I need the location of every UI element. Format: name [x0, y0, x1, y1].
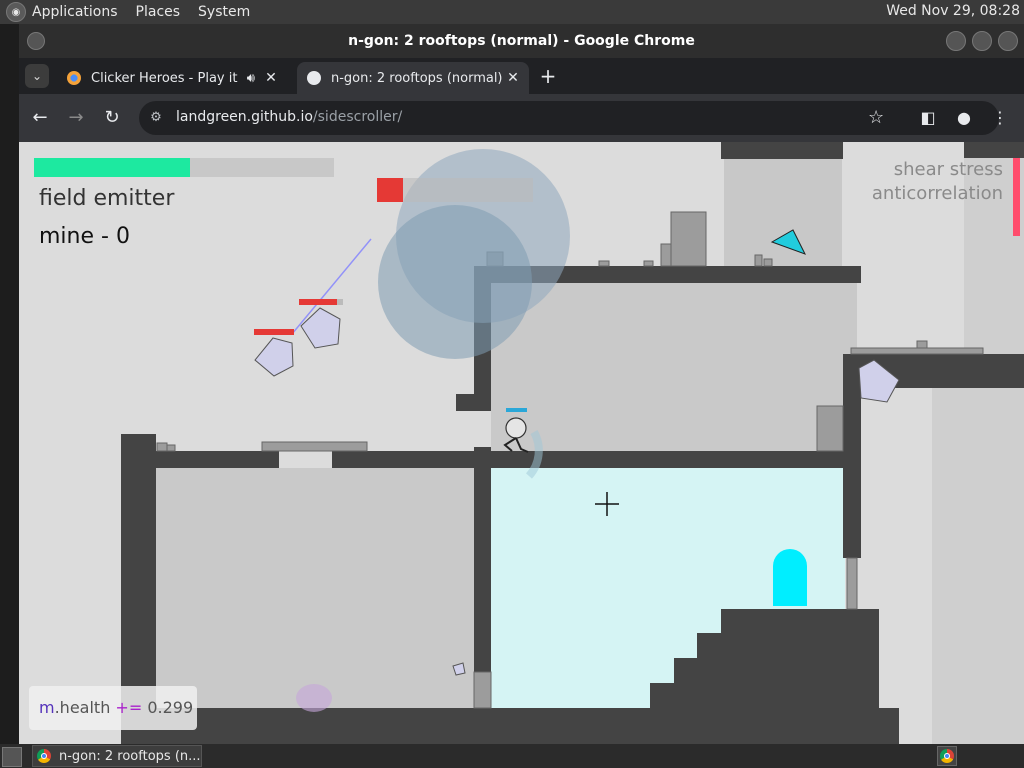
window-menu-button[interactable] [27, 32, 45, 50]
url-domain: landgreen.github.io [176, 109, 313, 125]
menu-applications[interactable]: Applications [32, 4, 118, 20]
plus-icon: + [539, 64, 557, 88]
reload-icon: ↻ [104, 107, 120, 128]
ngon-favicon-icon [307, 71, 321, 85]
stat-line1: shear stress [893, 159, 1003, 180]
close-window-button[interactable] [998, 31, 1018, 51]
tab-ngon[interactable]: n-gon: 2 rooftops (normal) ✕ [297, 62, 529, 94]
tab-bar: ⌄ Clicker Heroes - Play it now 🔊︎ ✕ n-go… [19, 58, 1024, 94]
system-logo-icon[interactable]: ◉ [6, 2, 26, 22]
tab-label: Clicker Heroes - Play it now [91, 70, 241, 86]
window-titlebar[interactable]: n-gon: 2 rooftops (normal) - Google Chro… [19, 24, 1024, 58]
new-tab-button[interactable]: + [537, 66, 559, 88]
reload-button[interactable]: ↻ [101, 107, 123, 129]
taskbar: n-gon: 2 rooftops (n... [0, 744, 1024, 768]
back-button[interactable]: ← [29, 107, 51, 129]
bookmark-star-icon[interactable]: ☆ [868, 107, 884, 128]
window-title: n-gon: 2 rooftops (normal) - Google Chro… [348, 33, 695, 49]
profile-icon[interactable]: ● [953, 107, 975, 129]
arrow-left-icon: ← [32, 107, 48, 128]
enemy-health-bar-empty [337, 299, 343, 305]
field-bubble [378, 205, 532, 359]
exit-portal [773, 549, 807, 606]
console-log: m.health += 0.299 [29, 686, 197, 730]
field-label: field emitter [39, 186, 175, 211]
show-desktop-icon[interactable] [2, 747, 22, 767]
site-info-icon[interactable]: ⚙︎ [147, 109, 165, 127]
window-controls [946, 31, 1018, 51]
game-scene [19, 142, 1024, 744]
stat-bar [1013, 158, 1020, 236]
powerup-glow [296, 684, 332, 712]
mine-label: mine - 0 [39, 224, 130, 249]
tab-clicker-heroes[interactable]: Clicker Heroes - Play it now 🔊︎ ✕ [57, 62, 287, 94]
background-building [724, 142, 842, 272]
url-path: /sidescroller/ [312, 109, 403, 125]
stat-text: shear stress anticorrelation [872, 158, 1003, 206]
player-energy-bar [506, 408, 527, 412]
address-bar[interactable]: ⚙︎ landgreen.github.io/sidescroller/ ☆ [139, 101, 999, 135]
tab-search-button[interactable]: ⌄ [25, 64, 49, 88]
tray-chrome-icon[interactable] [937, 746, 957, 766]
left-room-interior [156, 468, 474, 708]
desktop-edge [0, 24, 19, 744]
console-value: 0.299 [142, 698, 194, 717]
tab-label: n-gon: 2 rooftops (normal) [331, 70, 503, 86]
stat-line2: anticorrelation [871, 183, 1003, 204]
background-building [932, 388, 1024, 744]
system-panel: ◉ Applications Places System Wed Nov 29,… [0, 0, 1024, 24]
url-text[interactable]: landgreen.github.io/sidescroller/ [176, 109, 402, 125]
clock[interactable]: Wed Nov 29, 08:28 [886, 3, 1020, 19]
player-head [505, 417, 527, 439]
browser-toolbar: ← → ↻ ⚙︎ landgreen.github.io/sidescrolle… [19, 94, 1024, 142]
taskbar-task-label: n-gon: 2 rooftops (n... [59, 748, 201, 764]
clicker-heroes-favicon-icon [67, 71, 81, 85]
console-object: m [39, 698, 55, 717]
console-prop: .health [54, 698, 116, 717]
console-op: += [115, 698, 143, 717]
boss-health-bar [377, 178, 403, 202]
speaker-icon[interactable]: 🔊︎ [247, 71, 255, 86]
tab-close-icon[interactable]: ✕ [505, 70, 521, 86]
chrome-icon [37, 749, 51, 763]
forward-button[interactable]: → [65, 107, 87, 129]
enemy-health-bar [254, 329, 294, 335]
more-menu-icon[interactable]: ⋮ [989, 107, 1011, 129]
upper-room-interior [491, 282, 857, 452]
enemy-health-bar [299, 299, 337, 305]
taskbar-task-chrome[interactable]: n-gon: 2 rooftops (n... [32, 745, 202, 767]
tab-close-icon[interactable]: ✕ [263, 70, 279, 86]
arrow-right-icon: → [68, 107, 84, 128]
health-bar-fill [34, 158, 190, 177]
game-canvas[interactable]: field emitter mine - 0 shear stress anti… [19, 142, 1024, 744]
side-panel-icon[interactable]: ◧ [917, 107, 939, 129]
minimize-button[interactable] [946, 31, 966, 51]
chrome-icon [940, 749, 954, 763]
boss-health-bar-empty [403, 178, 533, 202]
menu-places[interactable]: Places [136, 4, 181, 20]
menu-system[interactable]: System [198, 4, 250, 20]
chevron-down-icon: ⌄ [31, 69, 43, 83]
maximize-button[interactable] [972, 31, 992, 51]
